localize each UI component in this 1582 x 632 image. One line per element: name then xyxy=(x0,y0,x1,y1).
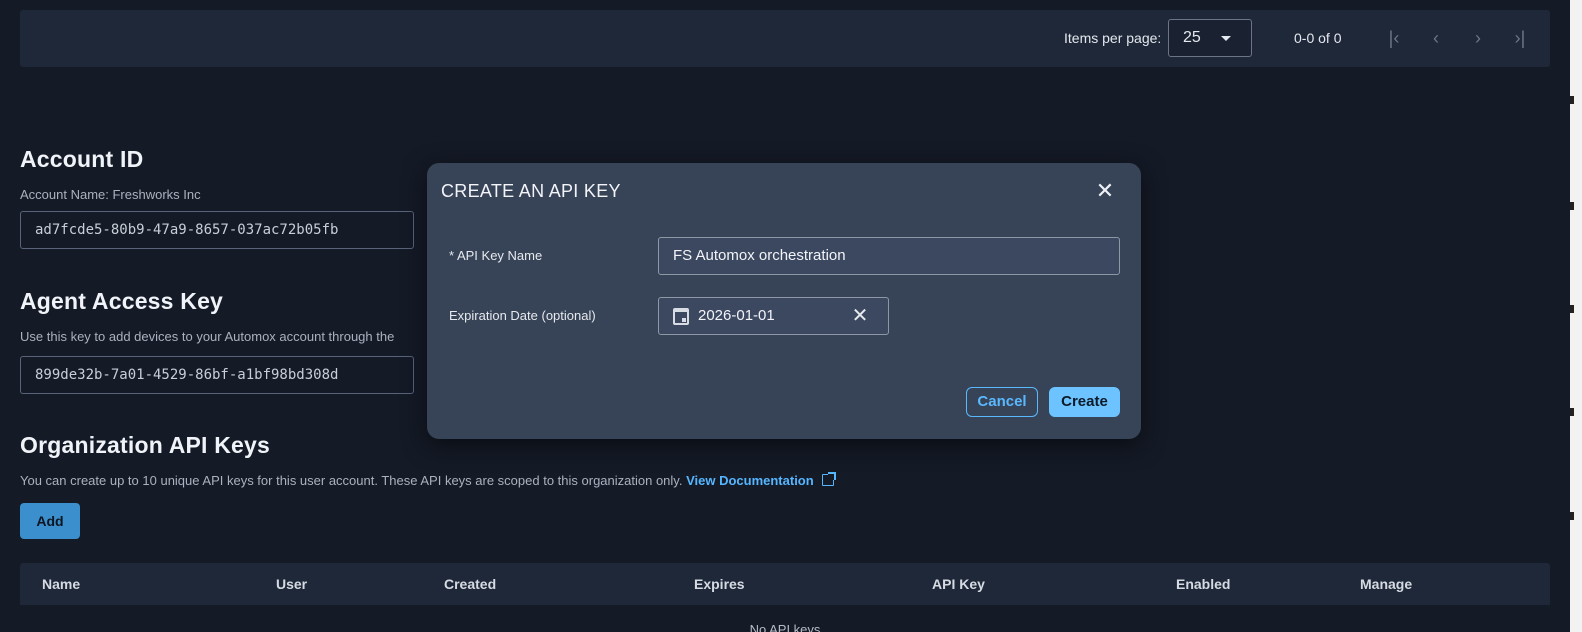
edge-tick xyxy=(1570,202,1574,210)
add-api-key-button[interactable]: Add xyxy=(20,503,80,539)
pagination-bar: Items per page: 25 0-0 of 0 |‹ ‹ › ›| xyxy=(20,10,1550,67)
edge-tick xyxy=(1570,96,1574,104)
column-header-enabled[interactable]: Enabled xyxy=(1176,576,1230,592)
account-id-field[interactable]: ad7fcde5-80b9-47a9-8657-037ac72b05fb xyxy=(20,211,414,249)
items-per-page-label: Items per page: xyxy=(1064,30,1162,46)
cancel-button[interactable]: Cancel xyxy=(966,387,1038,417)
agent-key-description: Use this key to add devices to your Auto… xyxy=(20,329,395,344)
expiration-date-label: Expiration Date (optional) xyxy=(449,308,596,323)
edge-tick xyxy=(1570,512,1574,520)
close-icon[interactable]: ✕ xyxy=(1093,179,1117,203)
view-documentation-link[interactable]: View Documentation xyxy=(686,472,836,488)
api-keys-table-header: Name User Created Expires API Key Enable… xyxy=(20,563,1550,605)
edge-tick xyxy=(1570,305,1574,313)
last-page-icon[interactable]: ›| xyxy=(1506,24,1534,52)
org-api-keys-heading: Organization API Keys xyxy=(20,432,271,458)
first-page-icon[interactable]: |‹ xyxy=(1380,24,1408,52)
items-per-page-select[interactable]: 25 xyxy=(1168,19,1252,57)
agent-access-key-heading: Agent Access Key xyxy=(20,288,224,314)
dialog-title: CREATE AN API KEY xyxy=(441,181,621,201)
table-empty-state: No API keys xyxy=(749,622,821,632)
external-link-icon xyxy=(821,472,836,486)
org-api-keys-description: You can create up to 10 unique API keys … xyxy=(20,472,836,488)
pagination-range: 0-0 of 0 xyxy=(1294,30,1342,46)
column-header-created[interactable]: Created xyxy=(444,576,496,592)
items-per-page-value: 25 xyxy=(1183,29,1201,46)
column-header-name[interactable]: Name xyxy=(42,576,80,592)
window-edge-strip xyxy=(1570,0,1582,632)
agent-access-key-field[interactable]: 899de32b-7a01-4529-86bf-a1bf98bd308d xyxy=(20,356,414,394)
create-api-key-dialog: CREATE AN API KEY ✕ * API Key Name FS Au… xyxy=(427,163,1141,439)
account-id-heading: Account ID xyxy=(20,146,144,172)
org-api-keys-description-text: You can create up to 10 unique API keys … xyxy=(20,473,683,488)
edge-tick xyxy=(1570,408,1574,416)
create-button[interactable]: Create xyxy=(1049,387,1120,417)
calendar-icon[interactable] xyxy=(673,308,689,325)
account-name-label: Account Name: Freshworks Inc xyxy=(20,187,201,202)
api-key-name-label: * API Key Name xyxy=(449,248,543,263)
clear-date-icon[interactable]: ✕ xyxy=(849,304,871,328)
view-documentation-label: View Documentation xyxy=(686,473,814,488)
column-header-user[interactable]: User xyxy=(276,576,307,592)
chevron-left-icon[interactable]: ‹ xyxy=(1422,24,1450,52)
column-header-manage[interactable]: Manage xyxy=(1360,576,1412,592)
column-header-expires[interactable]: Expires xyxy=(694,576,745,592)
api-key-name-input[interactable]: FS Automox orchestration xyxy=(658,237,1120,275)
caret-down-icon xyxy=(1221,36,1231,41)
expiration-date-picker[interactable]: 2026-01-01 ✕ xyxy=(658,297,889,335)
expiration-date-value: 2026-01-01 xyxy=(698,307,775,324)
column-header-api-key[interactable]: API Key xyxy=(932,576,985,592)
chevron-right-icon[interactable]: › xyxy=(1464,24,1492,52)
